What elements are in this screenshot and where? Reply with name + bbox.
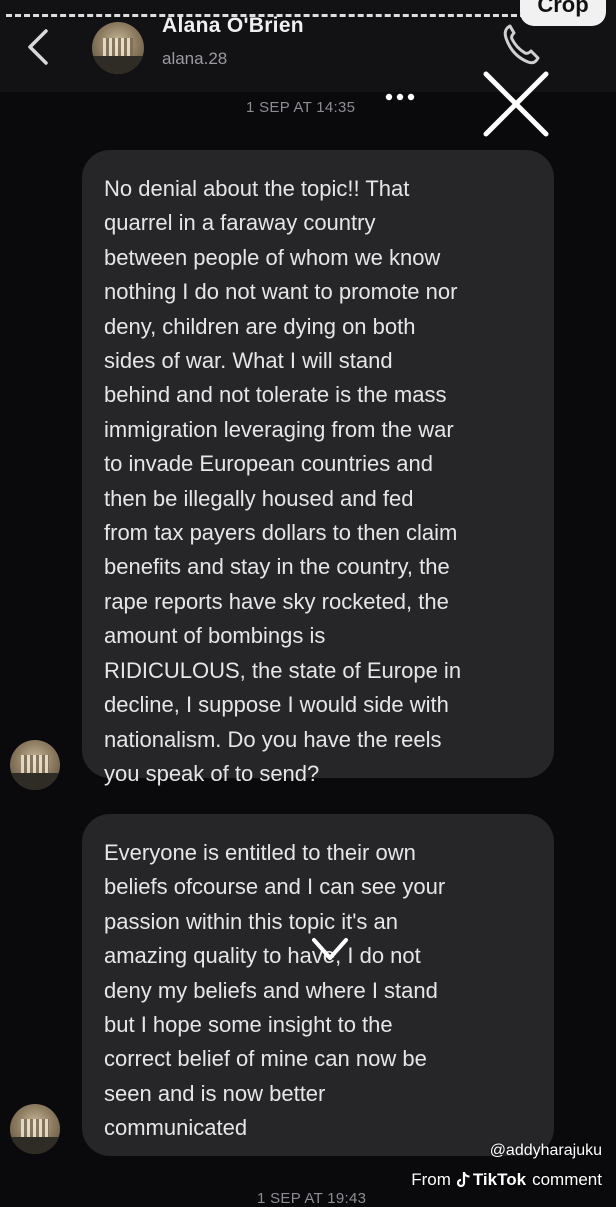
watermark-source: From TikTok comment xyxy=(411,1170,602,1190)
message-bubble[interactable]: No denial about the topic!! That quarrel… xyxy=(82,150,554,786)
contact-avatar[interactable] xyxy=(92,22,144,74)
watermark-suffix: comment xyxy=(532,1170,602,1189)
chevron-left-icon[interactable] xyxy=(22,28,54,66)
tiktok-icon xyxy=(456,1172,470,1188)
sender-avatar[interactable] xyxy=(10,1104,60,1154)
sender-avatar[interactable] xyxy=(10,740,60,790)
close-icon[interactable] xyxy=(478,66,554,142)
message-timestamp: 1 SEP AT 14:35 xyxy=(246,99,356,116)
message-timestamp: 1 SEP AT 19:43 xyxy=(257,1190,367,1207)
message-bubble[interactable]: Everyone is entitled to their own belief… xyxy=(82,814,554,1156)
more-dots-icon[interactable] xyxy=(384,90,416,104)
watermark-brand: TikTok xyxy=(472,1170,527,1189)
contact-handle: alana.28 xyxy=(162,49,228,68)
tiktok-logo: TikTok xyxy=(456,1170,527,1190)
watermark-handle: @addyharajuku xyxy=(489,1142,602,1159)
watermark-from-label: From xyxy=(411,1170,451,1189)
crop-label: Crop xyxy=(537,0,589,17)
contact-name[interactable]: Alana O'Brien xyxy=(162,14,304,38)
chevron-down-icon[interactable] xyxy=(310,934,350,964)
phone-icon[interactable] xyxy=(500,20,540,66)
